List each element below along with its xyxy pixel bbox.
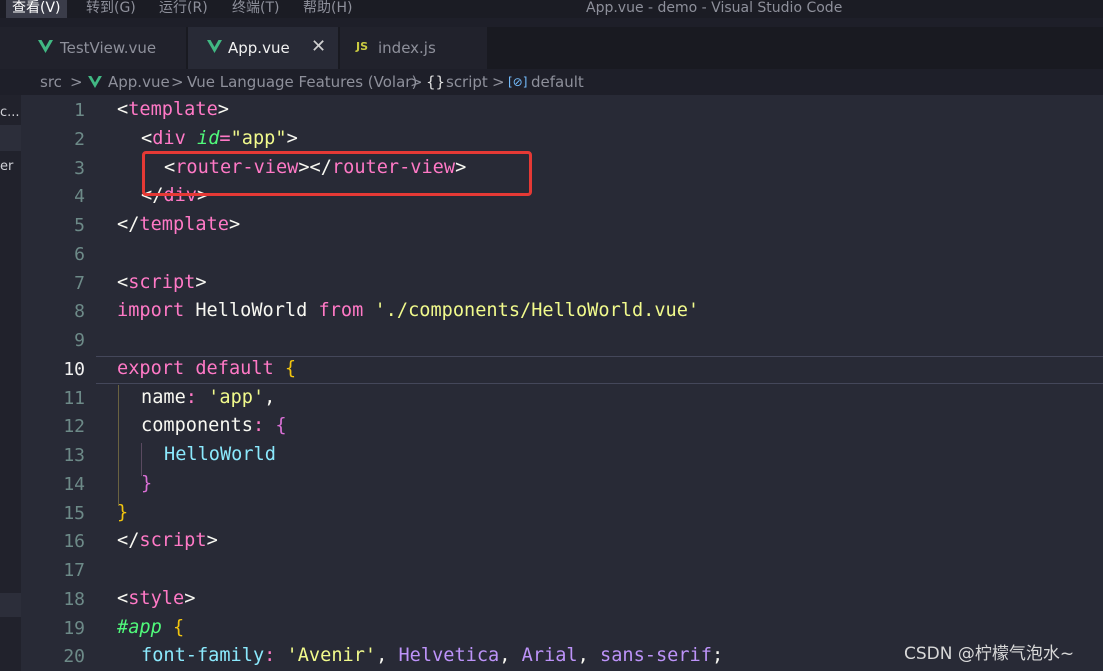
line-number: 9 <box>74 330 85 351</box>
bracket-guide <box>141 443 142 476</box>
code-line: <style> <box>117 588 196 609</box>
explorer-item-label[interactable]: er <box>0 159 13 174</box>
code-line: name: 'app', <box>141 387 276 408</box>
code-line: #app { <box>117 617 185 638</box>
tab-label: App.vue <box>228 39 290 57</box>
highlight-annotation-box <box>142 151 532 196</box>
vue-icon <box>207 40 222 53</box>
tab-testview[interactable]: TestView.vue <box>0 27 186 69</box>
line-number: 11 <box>63 388 85 409</box>
code-line: } <box>117 502 129 523</box>
line-number: 1 <box>74 100 85 121</box>
line-number: 12 <box>63 416 85 437</box>
line-number: 6 <box>74 244 85 265</box>
breadcrumb-language[interactable]: Vue Language Features (Volar) <box>187 73 417 91</box>
menu-help[interactable]: 帮助(H) <box>297 0 358 18</box>
tab-app-vue[interactable]: App.vue ✕ <box>188 27 338 69</box>
line-number: 16 <box>63 531 85 552</box>
line-number: 15 <box>63 503 85 524</box>
line-number: 5 <box>74 215 85 236</box>
explorer-item-selected[interactable] <box>0 593 21 617</box>
editor-tab-bar: TestView.vue App.vue ✕ JS index.js <box>0 27 1103 69</box>
menu-go[interactable]: 转到(G) <box>80 0 142 18</box>
title-bar: 查看(V) 转到(G) 运行(R) 终端(T) 帮助(H) App.vue - … <box>0 0 1103 18</box>
line-number: 19 <box>63 618 85 639</box>
line-number: 13 <box>63 445 85 466</box>
code-line: components: { <box>141 415 287 436</box>
code-line: </script> <box>117 530 218 551</box>
tab-index-js[interactable]: JS index.js <box>340 27 487 69</box>
line-number: 4 <box>74 186 85 207</box>
code-line: </template> <box>117 214 241 235</box>
chevron-right-icon: > <box>70 73 83 91</box>
symbol-variable-icon: [⊘] <box>508 75 528 89</box>
braces-icon: {} <box>426 73 446 91</box>
breadcrumb-script[interactable]: script <box>446 73 488 91</box>
code-line: export default { <box>117 358 297 379</box>
line-number: 17 <box>63 560 85 581</box>
close-icon[interactable]: ✕ <box>311 36 326 57</box>
line-number: 18 <box>63 589 85 610</box>
code-line: <div id="app"> <box>141 128 298 149</box>
code-line: HelloWorld <box>164 444 276 465</box>
window-title: App.vue - demo - Visual Studio Code <box>586 0 843 16</box>
breadcrumb-file[interactable]: App.vue <box>108 73 170 91</box>
line-number: 8 <box>74 301 85 322</box>
vue-icon <box>88 76 102 88</box>
chevron-right-icon: > <box>171 73 184 91</box>
breadcrumb-src[interactable]: src <box>40 73 62 91</box>
code-line: font-family: 'Avenir', Helvetica, Arial,… <box>141 645 724 666</box>
chevron-right-icon: > <box>492 73 505 91</box>
line-number: 14 <box>63 474 85 495</box>
menu-run[interactable]: 运行(R) <box>153 0 214 18</box>
breadcrumb-default[interactable]: default <box>531 73 584 91</box>
tab-label: index.js <box>378 39 436 57</box>
code-line: } <box>141 473 153 494</box>
menu-terminal[interactable]: 终端(T) <box>226 0 285 18</box>
code-line: <script> <box>117 272 207 293</box>
menu-view[interactable]: 查看(V) <box>6 0 67 18</box>
explorer-item-label[interactable]: c... <box>0 105 20 120</box>
tab-label: TestView.vue <box>60 39 157 57</box>
line-number: 2 <box>74 129 85 150</box>
explorer-edge: c... er <box>0 95 21 671</box>
line-number: 20 <box>63 646 85 667</box>
code-line: import HelloWorld from './components/Hel… <box>117 300 700 321</box>
chevron-right-icon: > <box>410 73 423 91</box>
bracket-guide <box>118 385 119 506</box>
js-icon: JS <box>356 40 369 53</box>
watermark: CSDN @柠檬气泡水~ <box>904 644 1075 664</box>
explorer-item-selected[interactable] <box>0 125 21 151</box>
line-number: 7 <box>74 273 85 294</box>
line-number-current: 10 <box>63 359 85 380</box>
vue-icon <box>38 40 53 53</box>
line-number: 3 <box>74 158 85 179</box>
code-line: <template> <box>117 99 229 120</box>
